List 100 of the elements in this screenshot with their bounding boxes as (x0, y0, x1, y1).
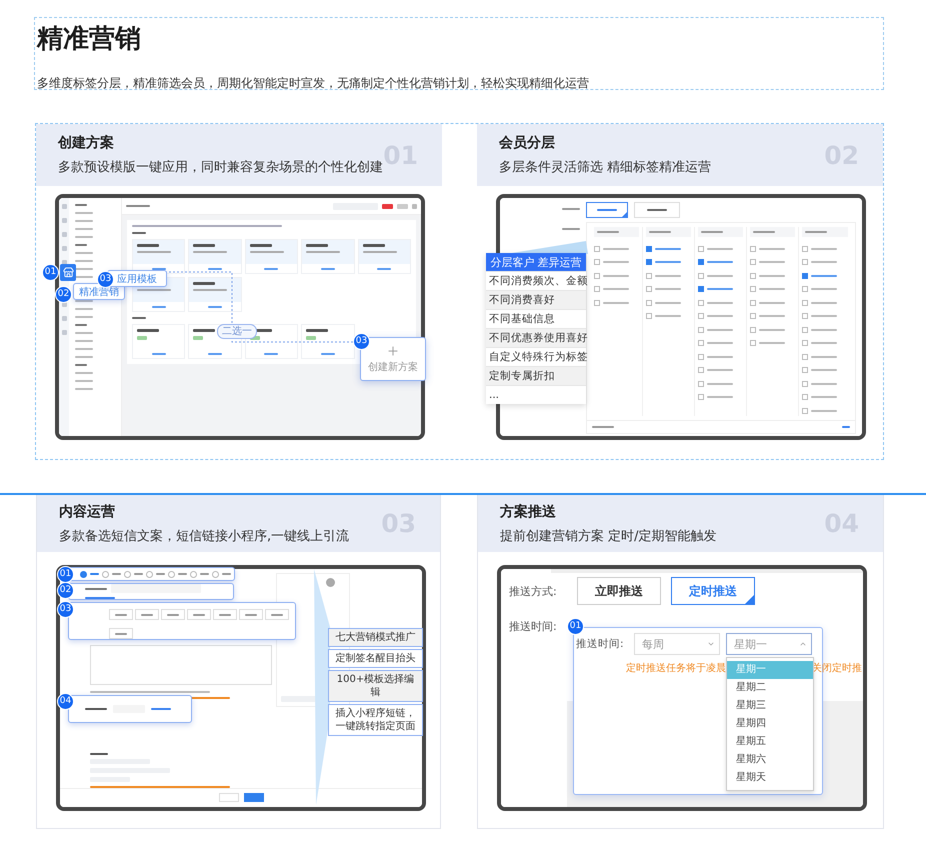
cancel-button[interactable] (218, 793, 238, 802)
checkbox[interactable] (802, 326, 808, 333)
callout-item: 不同优惠券使用喜好 (486, 328, 586, 347)
checkbox[interactable] (750, 340, 756, 346)
checkbox[interactable] (698, 313, 704, 320)
radio-button[interactable] (168, 570, 175, 578)
field-label: 推送时间: (509, 619, 558, 634)
checkbox[interactable] (646, 286, 652, 292)
checkbox[interactable] (698, 354, 704, 360)
checkbox[interactable] (802, 272, 808, 279)
card-subtitle: 提前创建营销方案 定时/定期智能触发 (500, 528, 717, 544)
step-badge: 04 (57, 693, 74, 710)
step-badge: 03 (57, 601, 74, 618)
radio-button[interactable] (146, 570, 153, 578)
template-chip[interactable] (239, 609, 263, 620)
checkbox[interactable] (594, 286, 600, 292)
page-title: 精准营销 (37, 23, 142, 56)
callout-item: 不同消费喜好 (486, 290, 586, 309)
hint-text: 定时推送任务将于凌晨 (626, 662, 726, 675)
feature-item: 定制签名醒目抬头 (328, 649, 423, 668)
checkbox[interactable] (750, 326, 756, 333)
card-subtitle: 多款备选短信文案，短信链接小程序,一键线上引流 (59, 528, 350, 544)
checkbox[interactable] (698, 367, 704, 374)
template-chip[interactable] (265, 609, 289, 620)
avatar-icon (326, 578, 335, 587)
card-title: 创建方案 (58, 134, 115, 152)
step-badge: 01 (57, 566, 74, 583)
checkbox[interactable] (594, 259, 600, 266)
checkbox[interactable] (698, 380, 704, 387)
dropdown-option[interactable]: 星期六 (727, 751, 813, 769)
checkbox[interactable] (646, 272, 652, 279)
checkbox[interactable] (594, 246, 600, 252)
callout-item: 不同基础信息 (486, 309, 586, 328)
store-icon[interactable] (60, 264, 76, 281)
checkbox[interactable] (802, 354, 808, 360)
checkbox[interactable] (802, 300, 808, 306)
checkbox[interactable] (698, 286, 704, 292)
radio-button[interactable] (124, 570, 131, 578)
card-title: 会员分层 (499, 134, 556, 152)
callout-item: 定制专属折扣 (486, 366, 586, 385)
run-button[interactable] (244, 793, 264, 802)
template-chip[interactable] (187, 609, 211, 620)
card-subtitle: 多层条件灵活筛选 精细标签精准运营 (499, 159, 712, 176)
push-mode-button[interactable]: 定时推送 (671, 577, 755, 605)
checkbox[interactable] (698, 272, 704, 279)
checkbox[interactable] (750, 300, 756, 306)
card-subtitle: 多款预设模版一键应用，同时兼容复杂场景的个性化创建 (58, 159, 383, 176)
checkbox[interactable] (802, 286, 808, 292)
template-chip[interactable] (213, 609, 237, 620)
radio-button[interactable] (80, 570, 87, 578)
checkbox[interactable] (698, 340, 704, 346)
checkbox[interactable] (698, 300, 704, 306)
checkbox[interactable] (802, 340, 808, 346)
checkbox[interactable] (698, 246, 704, 252)
checkbox[interactable] (802, 313, 808, 320)
radio-button[interactable] (190, 570, 197, 578)
push-mode-button[interactable]: 立即推送 (577, 577, 661, 605)
radio-button[interactable] (212, 570, 219, 578)
checkbox[interactable] (698, 259, 704, 266)
checkbox[interactable] (750, 246, 756, 252)
checkbox[interactable] (750, 272, 756, 279)
caret-icon (707, 640, 715, 648)
checkbox[interactable] (698, 394, 704, 400)
checkbox[interactable] (750, 313, 756, 320)
checkbox[interactable] (802, 380, 808, 387)
dropdown-option[interactable]: 星期四 (727, 715, 813, 733)
field-label: 推送方式: (509, 584, 558, 598)
checkbox[interactable] (802, 394, 808, 400)
checkbox[interactable] (802, 246, 808, 252)
checkbox[interactable] (594, 300, 600, 306)
step-badge: 01 (42, 264, 59, 281)
feature-item: 七大营销模式推广 (328, 628, 423, 647)
card-title: 内容运营 (59, 502, 116, 520)
field-label: 推送时间: (576, 637, 625, 651)
callout-item: ... (486, 385, 586, 404)
checkbox[interactable] (646, 300, 652, 306)
checkbox[interactable] (698, 326, 704, 333)
checkbox[interactable] (750, 259, 756, 266)
template-chip[interactable] (135, 609, 159, 620)
dropdown-option[interactable]: 星期二 (727, 679, 813, 697)
template-chip[interactable] (109, 609, 133, 620)
feature-item: 100+模板选择编辑 (328, 670, 423, 702)
dropdown-option[interactable]: 星期三 (727, 697, 813, 715)
checkbox[interactable] (594, 272, 600, 279)
template-chip[interactable] (109, 628, 133, 639)
dropdown-option[interactable]: 星期天 (727, 769, 813, 787)
dropdown-option[interactable]: 星期五 (727, 733, 813, 751)
feature-item: 插入小程序短链，一键跳转指定页面 (328, 704, 423, 736)
checkbox[interactable] (802, 259, 808, 266)
checkbox[interactable] (802, 367, 808, 374)
checkbox[interactable] (646, 313, 652, 320)
checkbox[interactable] (802, 408, 808, 414)
checkbox[interactable] (646, 246, 652, 252)
radio-button[interactable] (102, 570, 109, 578)
checkbox[interactable] (646, 259, 652, 266)
filter-tab[interactable] (586, 202, 628, 218)
plus-icon (386, 344, 400, 358)
checkbox[interactable] (750, 286, 756, 292)
template-chip[interactable] (161, 609, 185, 620)
callout-heading: 分层客户 差异运营 (486, 253, 586, 271)
